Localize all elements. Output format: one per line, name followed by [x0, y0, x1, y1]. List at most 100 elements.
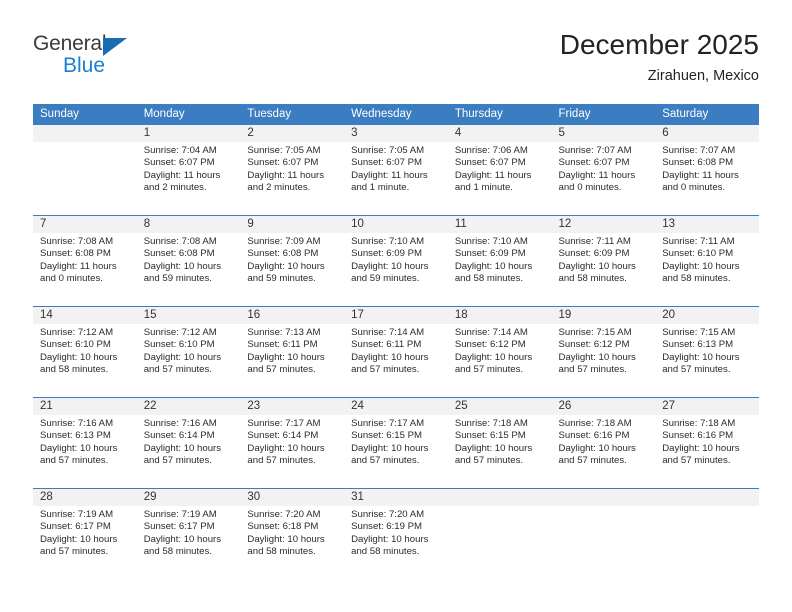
daylight-text-line2: and 57 minutes. [454, 455, 524, 467]
calendar-day-cell[interactable] [551, 488, 656, 579]
daylight-text-line1: Daylight: 11 hours [143, 169, 221, 181]
calendar-day-cell[interactable]: 16 Sunrise: 7:13 AM Sunset: 6:11 PM Dayl… [240, 306, 345, 398]
calendar-day-cell[interactable] [33, 125, 137, 216]
calendar-day-cell[interactable]: 15 Sunrise: 7:12 AM Sunset: 6:10 PM Dayl… [136, 306, 241, 398]
day-number: 30 [240, 489, 345, 506]
calendar-day-cell[interactable]: 31 Sunrise: 7:20 AM Sunset: 6:19 PM Dayl… [344, 488, 448, 579]
sunrise-text: Sunrise: 7:19 AM [40, 509, 114, 520]
sunrise-text: Sunrise: 7:17 AM [351, 418, 425, 429]
calendar-day-cell[interactable]: 23 Sunrise: 7:17 AM Sunset: 6:14 PM Dayl… [240, 397, 345, 489]
sunset-text: Sunset: 6:08 PM [247, 248, 319, 260]
calendar-day-cell[interactable]: 18 Sunrise: 7:14 AM Sunset: 6:12 PM Dayl… [447, 306, 552, 398]
day-details: Sunrise: 7:11 AM Sunset: 6:09 PM Dayligh… [552, 233, 656, 286]
sunset-text: Sunset: 6:16 PM [558, 430, 630, 442]
calendar-day-cell[interactable]: 17 Sunrise: 7:14 AM Sunset: 6:11 PM Dayl… [344, 306, 448, 398]
calendar-day-cell[interactable]: 13 Sunrise: 7:11 AM Sunset: 6:10 PM Dayl… [655, 215, 759, 307]
sunrise-text: Sunrise: 7:08 AM [143, 236, 217, 247]
daylight-text-line1: Daylight: 10 hours [558, 260, 636, 272]
calendar-day-cell[interactable]: 9 Sunrise: 7:09 AM Sunset: 6:08 PM Dayli… [240, 215, 345, 307]
sunset-text: Sunset: 6:13 PM [662, 339, 734, 351]
sunrise-text: Sunrise: 7:14 AM [454, 327, 528, 338]
sunset-text: Sunset: 6:07 PM [454, 157, 526, 169]
sunrise-text: Sunrise: 7:09 AM [247, 236, 321, 247]
daylight-text-line2: and 2 minutes. [143, 182, 207, 194]
calendar-day-cell[interactable]: 6 Sunrise: 7:07 AM Sunset: 6:08 PM Dayli… [655, 125, 759, 216]
calendar-day-cell[interactable]: 1 Sunrise: 7:04 AM Sunset: 6:07 PM Dayli… [136, 125, 241, 216]
calendar-day-cell[interactable]: 10 Sunrise: 7:10 AM Sunset: 6:09 PM Dayl… [344, 215, 448, 307]
page-subtitle: Zirahuen, Mexico [647, 68, 759, 84]
day-number: 9 [240, 216, 345, 233]
sunset-text: Sunset: 6:14 PM [143, 430, 215, 442]
day-number [551, 489, 656, 506]
daylight-text-line2: and 1 minute. [454, 182, 513, 194]
calendar-day-cell[interactable]: 5 Sunrise: 7:07 AM Sunset: 6:07 PM Dayli… [551, 125, 656, 216]
calendar-day-cell[interactable]: 20 Sunrise: 7:15 AM Sunset: 6:13 PM Dayl… [655, 306, 759, 398]
day-number: 20 [655, 307, 759, 324]
calendar-day-cell[interactable]: 24 Sunrise: 7:17 AM Sunset: 6:15 PM Dayl… [344, 397, 448, 489]
calendar-day-cell[interactable]: 30 Sunrise: 7:20 AM Sunset: 6:18 PM Dayl… [240, 488, 345, 579]
calendar-day-cell[interactable]: 29 Sunrise: 7:19 AM Sunset: 6:17 PM Dayl… [136, 488, 241, 579]
day-details: Sunrise: 7:12 AM Sunset: 6:10 PM Dayligh… [137, 324, 241, 377]
daylight-text-line1: Daylight: 11 hours [247, 169, 325, 181]
day-details: Sunrise: 7:15 AM Sunset: 6:12 PM Dayligh… [552, 324, 656, 377]
sunset-text: Sunset: 6:19 PM [351, 521, 423, 533]
sunrise-text: Sunrise: 7:06 AM [454, 145, 528, 156]
day-details: Sunrise: 7:12 AM Sunset: 6:10 PM Dayligh… [33, 324, 137, 377]
day-details: Sunrise: 7:05 AM Sunset: 6:07 PM Dayligh… [344, 142, 448, 195]
calendar-day-cell[interactable]: 26 Sunrise: 7:18 AM Sunset: 6:16 PM Dayl… [551, 397, 656, 489]
daylight-text-line2: and 58 minutes. [662, 273, 731, 285]
day-number: 22 [136, 398, 241, 415]
calendar-day-cell[interactable]: 14 Sunrise: 7:12 AM Sunset: 6:10 PM Dayl… [33, 306, 137, 398]
calendar-day-cell[interactable]: 21 Sunrise: 7:16 AM Sunset: 6:13 PM Dayl… [33, 397, 137, 489]
day-number: 2 [240, 125, 345, 142]
calendar-day-cell[interactable]: 27 Sunrise: 7:18 AM Sunset: 6:16 PM Dayl… [655, 397, 759, 489]
calendar-day-cell[interactable]: 12 Sunrise: 7:11 AM Sunset: 6:09 PM Dayl… [551, 215, 656, 307]
day-number [655, 489, 759, 506]
brand-logo[interactable]: General Blue [33, 32, 233, 88]
day-number [33, 125, 137, 142]
calendar-body: 1 Sunrise: 7:04 AM Sunset: 6:07 PM Dayli… [33, 125, 759, 579]
daylight-text-line1: Daylight: 10 hours [558, 351, 636, 363]
daylight-text-line1: Daylight: 10 hours [351, 533, 429, 545]
day-details: Sunrise: 7:18 AM Sunset: 6:15 PM Dayligh… [448, 415, 552, 468]
day-details: Sunrise: 7:07 AM Sunset: 6:08 PM Dayligh… [655, 142, 759, 195]
weekday-header-saturday: Saturday [655, 104, 759, 125]
sunset-text: Sunset: 6:12 PM [454, 339, 526, 351]
sunrise-text: Sunrise: 7:07 AM [662, 145, 736, 156]
triangle-icon [103, 38, 127, 56]
day-details: Sunrise: 7:09 AM Sunset: 6:08 PM Dayligh… [240, 233, 344, 286]
daylight-text-line1: Daylight: 10 hours [351, 260, 429, 272]
calendar-day-cell[interactable]: 11 Sunrise: 7:10 AM Sunset: 6:09 PM Dayl… [447, 215, 552, 307]
sunset-text: Sunset: 6:08 PM [143, 248, 215, 260]
daylight-text-line2: and 0 minutes. [662, 182, 726, 194]
sunrise-text: Sunrise: 7:04 AM [143, 145, 217, 156]
calendar-day-cell[interactable]: 28 Sunrise: 7:19 AM Sunset: 6:17 PM Dayl… [33, 488, 137, 579]
calendar-day-cell[interactable]: 7 Sunrise: 7:08 AM Sunset: 6:08 PM Dayli… [33, 215, 137, 307]
sunrise-text: Sunrise: 7:17 AM [247, 418, 321, 429]
sunset-text: Sunset: 6:15 PM [454, 430, 526, 442]
calendar-day-cell[interactable]: 4 Sunrise: 7:06 AM Sunset: 6:07 PM Dayli… [447, 125, 552, 216]
day-details: Sunrise: 7:11 AM Sunset: 6:10 PM Dayligh… [655, 233, 759, 286]
weekday-header-thursday: Thursday [447, 104, 552, 125]
sunrise-text: Sunrise: 7:15 AM [662, 327, 736, 338]
calendar-day-cell[interactable] [447, 488, 552, 579]
sunrise-text: Sunrise: 7:05 AM [351, 145, 425, 156]
sunrise-text: Sunrise: 7:14 AM [351, 327, 425, 338]
calendar-day-cell[interactable] [655, 488, 759, 579]
calendar-day-cell[interactable]: 22 Sunrise: 7:16 AM Sunset: 6:14 PM Dayl… [136, 397, 241, 489]
sunrise-text: Sunrise: 7:18 AM [662, 418, 736, 429]
daylight-text-line1: Daylight: 10 hours [454, 442, 533, 454]
day-number: 7 [33, 216, 137, 233]
calendar-day-cell[interactable]: 2 Sunrise: 7:05 AM Sunset: 6:07 PM Dayli… [240, 125, 345, 216]
calendar-day-cell[interactable]: 8 Sunrise: 7:08 AM Sunset: 6:08 PM Dayli… [136, 215, 241, 307]
sunrise-text: Sunrise: 7:18 AM [558, 418, 632, 429]
calendar-day-cell[interactable]: 3 Sunrise: 7:05 AM Sunset: 6:07 PM Dayli… [344, 125, 448, 216]
calendar-header-row: Sunday Monday Tuesday Wednesday Thursday… [33, 104, 759, 125]
daylight-text-line2: and 57 minutes. [662, 455, 731, 467]
calendar-day-cell[interactable]: 19 Sunrise: 7:15 AM Sunset: 6:12 PM Dayl… [551, 306, 656, 398]
calendar-day-cell[interactable]: 25 Sunrise: 7:18 AM Sunset: 6:15 PM Dayl… [447, 397, 552, 489]
sunrise-text: Sunrise: 7:07 AM [558, 145, 632, 156]
day-number: 5 [551, 125, 656, 142]
day-number: 19 [551, 307, 656, 324]
daylight-text-line2: and 0 minutes. [558, 182, 622, 194]
